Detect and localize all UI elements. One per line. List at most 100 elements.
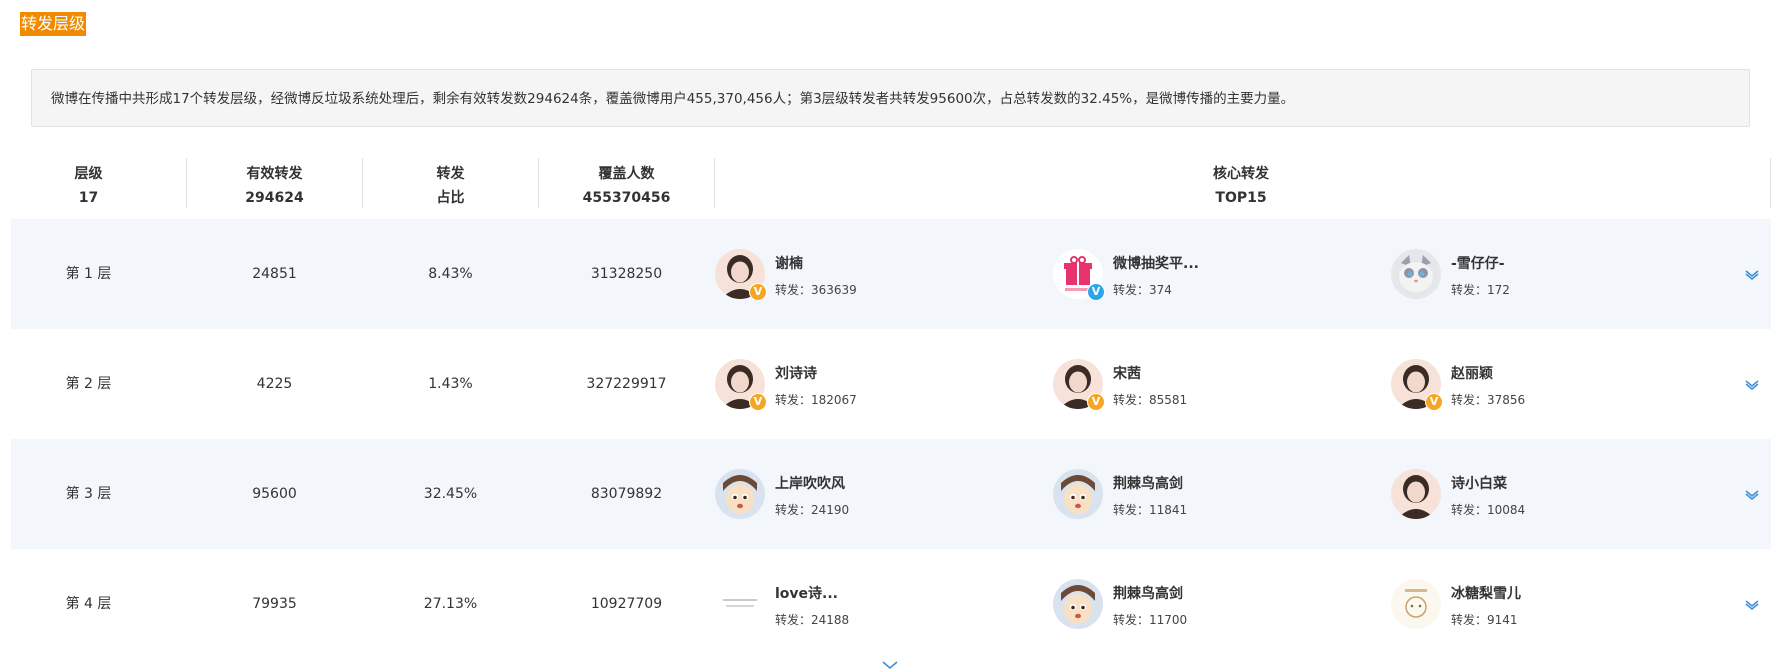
avatar[interactable] (1391, 469, 1441, 519)
expand-chevron-icon[interactable] (1743, 265, 1761, 283)
header-coverage-label: 覆盖人数 (598, 166, 655, 182)
user-name[interactable]: 诗小白菜 (1451, 473, 1507, 493)
user-retweet-count: 转发：182067 (775, 393, 857, 407)
coverage-cell: 10927709 (590, 596, 663, 612)
core-user[interactable]: V 赵丽颖转发：37856 (1391, 359, 1711, 411)
user-retweet-count: 转发：172 (1451, 283, 1510, 297)
user-name[interactable]: 冰糖梨雪儿 (1451, 583, 1521, 603)
valid-retweet-cell: 79935 (252, 596, 297, 612)
header-level: 层级 17 (11, 158, 166, 208)
verified-badge-icon: V (1087, 393, 1105, 411)
valid-retweet-cell: 95600 (252, 486, 297, 502)
user-retweet-count: 转发：37856 (1451, 393, 1526, 407)
user-name[interactable]: -雪仔仔- (1451, 253, 1505, 273)
level-cell: 第 4 层 (65, 596, 112, 612)
user-name[interactable]: 宋茜 (1113, 363, 1141, 383)
table-row: 第 3 层 95600 32.45% 83079892 上岸吹吹风转发：24190 荆棘鸟… (11, 439, 1771, 549)
user-name[interactable]: 谢楠 (775, 253, 803, 273)
verified-badge-icon: V (1425, 393, 1443, 411)
user-retweet-count: 转发：363639 (775, 283, 857, 297)
user-name[interactable]: 荆棘鸟高剑 (1113, 473, 1183, 493)
core-user[interactable]: 冰糖梨雪儿转发：9141 (1391, 579, 1711, 629)
valid-retweet-cell: 4225 (256, 376, 293, 392)
table-row: 第 2 层 4225 1.43% 327229917 V 刘诗诗 转发：182067 V 宋茜转… (11, 329, 1771, 439)
core-user[interactable]: love诗... 转发：24188 (715, 579, 1035, 629)
user-name[interactable]: 荆棘鸟高剑 (1113, 583, 1183, 603)
header-ratio-value: 占比 (436, 190, 465, 206)
coverage-cell: 83079892 (590, 486, 663, 502)
expand-chevron-icon[interactable] (1743, 485, 1761, 503)
core-user[interactable]: -雪仔仔- 转发：172 (1391, 249, 1711, 299)
header-core-label: 核心转发 (1213, 166, 1269, 182)
user-retweet-count: 转发：85581 (1113, 393, 1188, 407)
core-user[interactable]: 荆棘鸟高剑转发：11700 (1053, 579, 1373, 629)
cat-icon (1391, 249, 1441, 299)
user-retweet-count: 转发：10084 (1451, 503, 1526, 517)
ratio-cell: 32.45% (423, 486, 478, 502)
user-name[interactable]: 上岸吹吹风 (775, 473, 845, 493)
avatar[interactable]: V (715, 249, 767, 301)
sketch-icon (1391, 579, 1441, 629)
header-valid: 有效转发 294624 (187, 158, 362, 208)
ratio-cell: 8.43% (428, 266, 473, 282)
avatar[interactable] (1391, 579, 1441, 629)
core-user[interactable]: 诗小白菜转发：10084 (1391, 469, 1711, 519)
avatar[interactable]: V (1053, 249, 1105, 301)
header-divider (1770, 158, 1771, 208)
user-name[interactable]: love诗... (775, 583, 838, 603)
valid-retweet-cell: 24851 (252, 266, 297, 282)
woman-icon (1391, 469, 1441, 519)
core-user[interactable]: V 谢楠转发：363639 (715, 249, 1035, 301)
coverage-cell: 31328250 (590, 266, 663, 282)
header-level-label: 层级 (74, 166, 103, 182)
core-user[interactable]: 上岸吹吹风转发：24190 (715, 469, 1035, 519)
user-retweet-count: 转发：11700 (1113, 613, 1188, 627)
header-coverage-value: 455370456 (582, 190, 671, 206)
level-cell: 第 1 层 (65, 266, 112, 282)
avatar[interactable] (1053, 579, 1103, 629)
level-cell: 第 2 层 (65, 376, 112, 392)
cartoon-icon (1053, 469, 1103, 519)
header-core-value: TOP15 (1215, 190, 1267, 206)
core-user[interactable]: V 刘诗诗转发：182067 (715, 359, 1035, 411)
header-valid-label: 有效转发 (246, 166, 303, 182)
ratio-cell: 1.43% (428, 376, 473, 392)
core-user[interactable]: V 微博抽奖平... 转发：374 (1053, 249, 1373, 301)
section-title: 转发层级 (20, 12, 87, 36)
avatar[interactable] (1053, 469, 1103, 519)
avatar[interactable] (715, 469, 765, 519)
user-name[interactable]: 微博抽奖平... (1113, 253, 1199, 273)
core-user[interactable]: 荆棘鸟高剑转发：11841 (1053, 469, 1373, 519)
avatar[interactable]: V (715, 359, 767, 411)
retweet-level-panel: 转发层级 微博在传播中共形成17个转发层级，经微博反垃圾系统处理后，剩余有效转发… (0, 0, 1776, 670)
verified-badge-icon: V (749, 283, 767, 301)
table-row: 第 1 层 24851 8.43% 31328250 V 谢楠转发：363639 V 微博抽奖… (11, 219, 1771, 329)
user-retweet-count: 转发：24190 (775, 503, 850, 517)
header-ratio-label: 转发 (436, 166, 465, 182)
summary-box: 微博在传播中共形成17个转发层级，经微博反垃圾系统处理后，剩余有效转发数2946… (31, 69, 1750, 127)
level-table-body: 第 1 层 24851 8.43% 31328250 V 谢楠转发：363639 V 微博抽奖… (11, 219, 1771, 659)
expand-chevron-icon[interactable] (1743, 375, 1761, 393)
table-row: 第 4 层 79935 27.13% 10927709 love诗... 转发：24188… (11, 549, 1771, 659)
cartoon-icon (1053, 579, 1103, 629)
avatar[interactable] (1391, 249, 1441, 299)
ratio-cell: 27.13% (423, 596, 478, 612)
cartoon-icon (715, 469, 765, 519)
level-cell: 第 3 层 (65, 486, 112, 502)
expand-chevron-icon[interactable] (1743, 595, 1761, 613)
core-user[interactable]: V 宋茜转发：85581 (1053, 359, 1373, 411)
user-retweet-count: 转发：9141 (1451, 613, 1518, 627)
user-retweet-count: 转发：24188 (775, 613, 850, 627)
verified-badge-icon: V (749, 393, 767, 411)
avatar[interactable]: V (1391, 359, 1443, 411)
table-header: 层级 17 有效转发 294624 转发 占比 覆盖人数 455370456 核… (11, 152, 1771, 214)
user-name[interactable]: 刘诗诗 (775, 363, 817, 383)
header-core: 核心转发 TOP15 (715, 158, 1767, 208)
avatar[interactable]: V (1053, 359, 1105, 411)
verified-badge-icon: V (1087, 283, 1105, 301)
avatar[interactable] (715, 579, 765, 629)
user-retweet-count: 转发：11841 (1113, 503, 1188, 517)
user-name[interactable]: 赵丽颖 (1451, 363, 1493, 383)
load-more-icon[interactable] (880, 660, 900, 670)
user-retweet-count: 转发：374 (1113, 283, 1172, 297)
